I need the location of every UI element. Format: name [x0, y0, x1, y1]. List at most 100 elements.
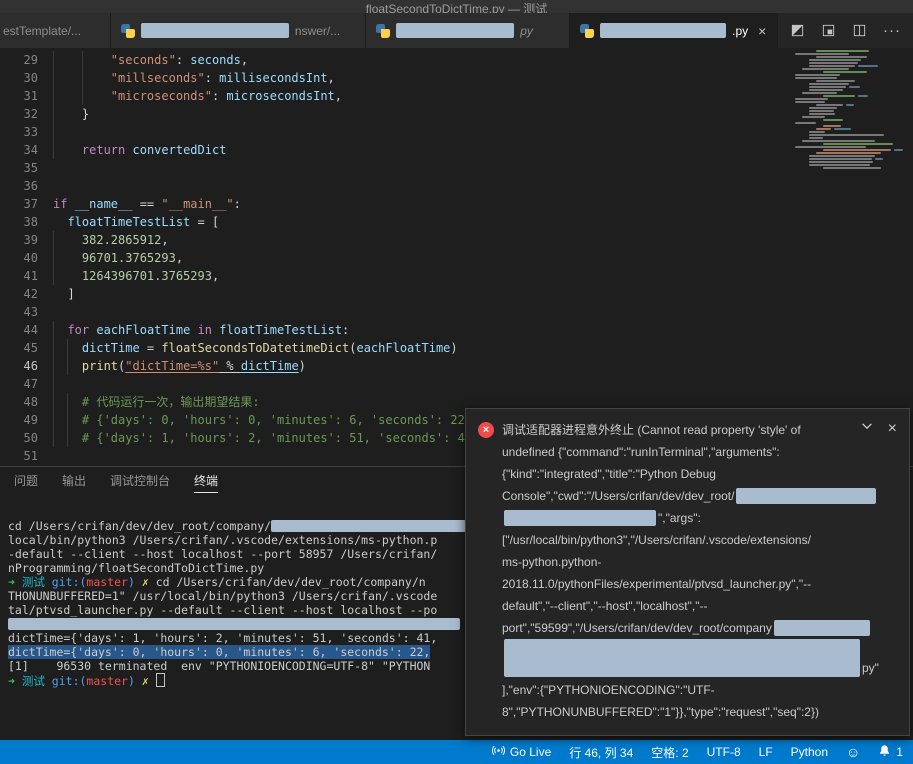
code-line[interactable]: 42 ]	[0, 285, 913, 303]
minimap-bar	[802, 140, 875, 142]
editor-tab-1[interactable]: estTemplate/...	[0, 13, 111, 48]
line-number: 38	[23, 215, 38, 229]
redaction-box	[736, 488, 877, 504]
go-live-button[interactable]: Go Live	[491, 744, 551, 760]
code-line[interactable]: 38 floatTimeTestList = [	[0, 213, 913, 231]
code-line[interactable]: 44 for eachFloatTime in floatTimeTestLis…	[0, 321, 913, 339]
notification-text: default","--client","--host","localhost"…	[502, 599, 708, 613]
minimap-bar	[858, 95, 868, 97]
minimap-bar	[816, 128, 831, 130]
terminal-line-text: nProgramming/floatSecondToDictTime.py	[8, 561, 264, 575]
code-line[interactable]: 40 96701.3765293,	[0, 249, 913, 267]
code-line[interactable]: 43	[0, 303, 913, 321]
code-line[interactable]: 33	[0, 123, 913, 141]
tab-terminal[interactable]: 终端	[194, 468, 219, 493]
minimap-bar	[823, 95, 855, 97]
feedback-smiley-icon[interactable]: ☺	[846, 744, 860, 760]
line-number: 44	[23, 323, 38, 337]
redaction-box	[8, 618, 460, 630]
tab-output[interactable]: 输出	[62, 468, 86, 492]
minimap-line	[795, 77, 907, 79]
indent-guide	[53, 339, 54, 357]
notification-line: undefined {"command":"runInTerminal","ar…	[502, 441, 879, 463]
code-line[interactable]: 36	[0, 177, 913, 195]
terminal-line-text: THONUNBUFFERED=1" /usr/local/bin/python3…	[8, 589, 437, 603]
eol-indicator[interactable]: LF	[759, 745, 773, 759]
code-line[interactable]: 32 }	[0, 105, 913, 123]
minimap-line	[805, 62, 907, 64]
open-preview-icon[interactable]	[821, 23, 836, 38]
notification-row: × 调试适配器进程意外终止 (Cannot read property 'sty…	[478, 419, 895, 723]
editor-tab-3[interactable]: py	[366, 13, 571, 48]
code-line[interactable]: 47	[0, 375, 913, 393]
notification-text: py"	[862, 661, 879, 675]
close-tab-icon[interactable]: ×	[758, 23, 766, 39]
tab-problems[interactable]: 问题	[14, 468, 38, 492]
cursor-position-indicator[interactable]: 行 46, 列 34	[569, 744, 633, 761]
status-bar: Go Live 行 46, 列 34 空格: 2 UTF-8 LF Python…	[0, 740, 913, 764]
terminal-token: nProgramming/floatSecondToDictTime.py	[8, 561, 265, 575]
code-line-content: for eachFloatTime in floatTimeTestList:	[53, 321, 349, 339]
minimap-bar	[795, 122, 816, 124]
encoding-indicator[interactable]: UTF-8	[707, 745, 741, 759]
minimap-line	[805, 131, 907, 133]
minimap-bar	[795, 146, 866, 148]
code-token: convertedDict	[132, 143, 227, 157]
close-notification-icon[interactable]: ×	[888, 420, 897, 437]
editor-tab-2[interactable]: nswer/...	[110, 13, 367, 48]
code-line[interactable]: 30 "millseconds": millisecondsInt,	[0, 69, 913, 87]
split-editor-icon[interactable]	[852, 23, 867, 38]
minimap-bar	[816, 152, 881, 154]
minimap-bar	[809, 59, 861, 61]
tab-debug-console[interactable]: 调试控制台	[110, 468, 170, 492]
minimap-bar	[894, 149, 903, 151]
notifications-bell[interactable]: 1	[878, 744, 903, 760]
indentation-indicator[interactable]: 空格: 2	[651, 744, 688, 761]
notification-text: ["/usr/local/bin/python3","/Users/crifan…	[502, 533, 811, 547]
minimap-bar	[809, 113, 835, 115]
code-line[interactable]: 46 print("dictTime=%s" % dictTime)	[0, 357, 913, 375]
open-changes-icon[interactable]	[790, 23, 805, 38]
code-line[interactable]: 39 382.2865912,	[0, 231, 913, 249]
more-actions-icon[interactable]: ···	[883, 22, 901, 39]
terminal-token: git:(	[51, 575, 87, 589]
minimap-bar	[809, 137, 823, 139]
python-file-icon	[120, 23, 135, 38]
line-number: 51	[23, 449, 38, 463]
minimap-line	[805, 110, 907, 112]
minimap-bar	[823, 71, 867, 73]
code-token: :	[233, 197, 241, 211]
code-token: ,	[211, 269, 220, 283]
minimap-bar	[795, 101, 825, 103]
terminal-token: 测试	[21, 674, 52, 688]
language-mode-indicator[interactable]: Python	[791, 745, 828, 759]
minimap-line	[805, 143, 907, 145]
code-line[interactable]: 29 "seconds": seconds,	[0, 51, 913, 69]
terminal-token: THONUNBUFFERED=1" /usr/local/bin/python3…	[8, 589, 438, 603]
minimap-line	[805, 89, 907, 91]
line-number: 50	[23, 431, 38, 445]
line-number: 48	[23, 395, 38, 409]
code-line[interactable]: 34 return convertedDict	[0, 141, 913, 159]
minimap[interactable]	[795, 50, 907, 170]
minimap-line	[802, 140, 907, 142]
terminal-cursor	[155, 673, 165, 687]
code-line[interactable]: 41 1264396701.3765293,	[0, 267, 913, 285]
minimap-bar	[809, 134, 884, 136]
editor-tab-4-active[interactable]: .py ×	[570, 13, 778, 48]
code-line-content: # {'days': 0, 'hours': 0, 'minutes': 6, …	[53, 411, 472, 429]
indent-guide	[53, 123, 54, 141]
minimap-bar	[823, 149, 891, 151]
code-line-content: floatTimeTestList = [	[53, 213, 219, 231]
chevron-down-icon[interactable]	[860, 419, 874, 438]
code-line[interactable]: 35	[0, 159, 913, 177]
error-icon: ×	[478, 422, 494, 438]
notification-line: Console","cwd":"/Users/crifan/dev/dev_ro…	[502, 485, 879, 507]
code-line[interactable]: 31 "microseconds": microsecondsInt,	[0, 87, 913, 105]
code-line[interactable]: 45 dictTime = floatSecondsToDatetimeDict…	[0, 339, 913, 357]
code-token: return	[81, 143, 126, 157]
code-token: dictTime	[240, 359, 299, 373]
notification-text: port","59599","/Users/crifan/dev/dev_roo…	[502, 621, 772, 635]
code-line[interactable]: 37 if __name__ == "__main__":	[0, 195, 913, 213]
notification-line: ms-python.python-	[502, 551, 879, 573]
